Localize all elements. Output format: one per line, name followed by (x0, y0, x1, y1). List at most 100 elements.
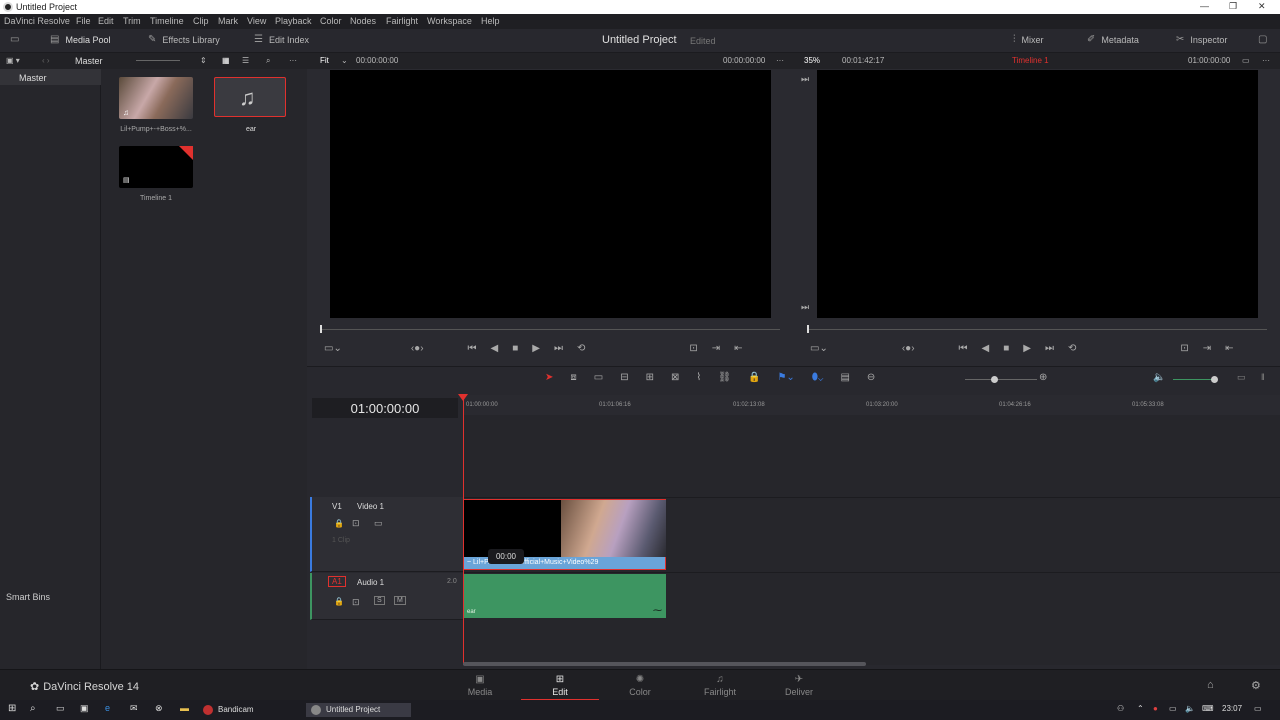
timeline-thumbnail[interactable]: ▤ (119, 146, 193, 188)
match-frame-icon[interactable]: ⊡ (1180, 343, 1188, 354)
auto-select-icon[interactable]: ⊡ (352, 518, 360, 529)
link-icon[interactable]: ⛓ (718, 372, 731, 383)
effects-library-button[interactable]: ✎ Effects Library (148, 35, 220, 46)
skip-back-icon[interactable]: ⏮ (959, 343, 968, 354)
display-mode-icon[interactable]: ▭⌄ (324, 343, 342, 354)
menu-color[interactable]: Color (320, 16, 342, 26)
menu-view[interactable]: View (247, 16, 266, 26)
search-icon[interactable]: ⌕ (30, 703, 36, 714)
smart-bins-label[interactable]: Smart Bins (6, 592, 50, 602)
tab-edit[interactable]: ⊞ Edit (521, 674, 599, 701)
nav-arrows-icon[interactable]: ‹ › (42, 56, 50, 65)
close-icon[interactable]: ✕ (1258, 1, 1266, 12)
timeline-playhead-marker[interactable] (807, 325, 809, 333)
task-view-icon[interactable]: ▭ (56, 703, 65, 714)
mark-out-icon[interactable]: ⇤ (734, 343, 742, 354)
menu-file[interactable]: File (76, 16, 91, 26)
match-frame-icon[interactable]: ⊡ (689, 343, 697, 354)
store-icon[interactable]: ▣ (80, 703, 89, 714)
mail-icon[interactable]: ✉ (130, 703, 138, 714)
menu-workspace[interactable]: Workspace (427, 16, 472, 26)
volume-icon[interactable]: 🔈 (1153, 372, 1165, 383)
track-name[interactable]: Video 1 (357, 502, 384, 511)
video-track-header[interactable]: V1 Video 1 🔒 ⊡ ▭ 1 Clip (310, 497, 463, 572)
skip-forward-icon[interactable]: ⏭ (554, 343, 563, 354)
mark-out-icon[interactable]: ⇤ (1225, 343, 1233, 354)
tab-fairlight[interactable]: ♫ Fairlight (681, 674, 759, 697)
audio-fade-icon[interactable]: ⁓ (653, 605, 662, 616)
viewer-mode-icon[interactable]: ▭ (1242, 56, 1250, 65)
stop-icon[interactable]: ■ (512, 343, 518, 354)
windows-start-icon[interactable]: ⊞ (8, 703, 16, 714)
mark-in-icon[interactable]: ⇥ (1203, 343, 1211, 354)
volume-slider[interactable] (1173, 379, 1215, 380)
mark-in-icon[interactable]: ⇥ (712, 343, 720, 354)
tab-color[interactable]: ✺ Color (601, 674, 679, 697)
menu-davinci[interactable]: DaVinci Resolve (4, 16, 70, 26)
tab-media[interactable]: ▣ Media (441, 674, 519, 697)
track-enable-icon[interactable]: ▭ (374, 518, 383, 529)
audio-track-header[interactable]: A1 Audio 1 2.0 🔒 ⊡ S M (310, 573, 463, 620)
tray-chevron-icon[interactable]: ⌃ (1137, 704, 1144, 713)
timeline-viewer[interactable] (817, 70, 1258, 318)
overwrite-clip-icon[interactable]: ⊞ (646, 372, 654, 383)
timeline-ruler[interactable]: 01:00:00:00 01:01:06:16 01:02:13:08 01:0… (463, 395, 1280, 415)
mute-button[interactable]: M (394, 596, 406, 605)
menu-clip[interactable]: Clip (193, 16, 209, 26)
insert-clip-icon[interactable]: ⊟ (620, 372, 628, 383)
expand-icon[interactable]: ▢ (1258, 35, 1267, 45)
zoom-slider-handle[interactable] (991, 376, 998, 383)
tray-app-icon[interactable]: ● (1153, 704, 1158, 713)
sort-icon[interactable]: ⇕ (200, 56, 207, 65)
menu-mark[interactable]: Mark (218, 16, 238, 26)
menu-playback[interactable]: Playback (275, 16, 312, 26)
skip-forward-icon[interactable]: ⏭ (1045, 343, 1054, 354)
chevron-down-icon[interactable]: ⌄ (341, 56, 348, 65)
auto-select-icon[interactable]: ⊡ (352, 597, 360, 608)
timeline-timecode[interactable]: 01:00:00:00 (312, 398, 458, 418)
jog-icon[interactable]: ‹●› (902, 343, 915, 354)
keyboard-icon[interactable]: ⌨ (1202, 704, 1214, 713)
viewer-nav-icon[interactable]: ⏭ (801, 74, 809, 85)
source-viewer[interactable] (330, 70, 771, 318)
master-bin[interactable]: Master (0, 69, 101, 85)
viewer-nav-icon[interactable]: ⏭ (801, 302, 809, 313)
grid-view-icon[interactable]: ▦ (222, 56, 230, 65)
track-name[interactable]: Audio 1 (357, 578, 384, 587)
monitor-icon[interactable]: ▭ (10, 35, 19, 45)
lock-icon[interactable]: 🔒 (334, 597, 344, 606)
restore-icon[interactable]: ❐ (1229, 1, 1237, 12)
clip-thumbnail-video[interactable]: ♫ (119, 77, 193, 119)
more-options-icon[interactable]: ··· (289, 56, 297, 65)
lock-icon[interactable]: 🔒 (748, 372, 760, 383)
people-icon[interactable]: ⚇ (1117, 704, 1124, 713)
replace-clip-icon[interactable]: ⊠ (671, 372, 679, 383)
meter-icon[interactable]: ‖ (1261, 372, 1265, 382)
metadata-button[interactable]: ✐ Metadata (1087, 35, 1139, 46)
speaker-icon[interactable]: 🔈 (1185, 704, 1195, 713)
taskbar-bandicam[interactable]: Bandicam (198, 703, 303, 717)
timeline-zoom[interactable]: 35% (804, 56, 820, 65)
track-id[interactable]: A1 (328, 576, 346, 587)
menu-nodes[interactable]: Nodes (350, 16, 376, 26)
source-zoom[interactable]: Fit (320, 56, 329, 65)
dim-icon[interactable]: ▭ (1237, 372, 1246, 383)
play-reverse-icon[interactable]: ◀ (982, 343, 990, 354)
loop-icon[interactable]: ⟲ (577, 343, 585, 354)
home-icon[interactable]: ⌂ (1207, 679, 1214, 691)
file-explorer-icon[interactable]: ▬ (180, 703, 189, 713)
zoom-out-icon[interactable]: ⊖ (867, 372, 875, 383)
stop-icon[interactable]: ■ (1003, 343, 1009, 354)
menu-fairlight[interactable]: Fairlight (386, 16, 418, 26)
timeline-scrubber[interactable] (809, 329, 1267, 330)
menu-timeline[interactable]: Timeline (150, 16, 184, 26)
blade-tool-icon[interactable]: ▭ (594, 372, 603, 383)
clip-thumbnail-audio[interactable]: ♫ (214, 77, 286, 117)
settings-gear-icon[interactable]: ⚙ (1251, 679, 1261, 692)
flag-icon[interactable]: ⚑⌄ (777, 372, 794, 383)
snapping-icon[interactable]: ⌇ (696, 372, 701, 383)
source-scrubber[interactable] (322, 329, 780, 330)
timeline-scrollbar[interactable] (463, 662, 866, 666)
selection-tool-icon[interactable]: ➤ (545, 372, 553, 383)
play-icon[interactable]: ▶ (532, 343, 540, 354)
